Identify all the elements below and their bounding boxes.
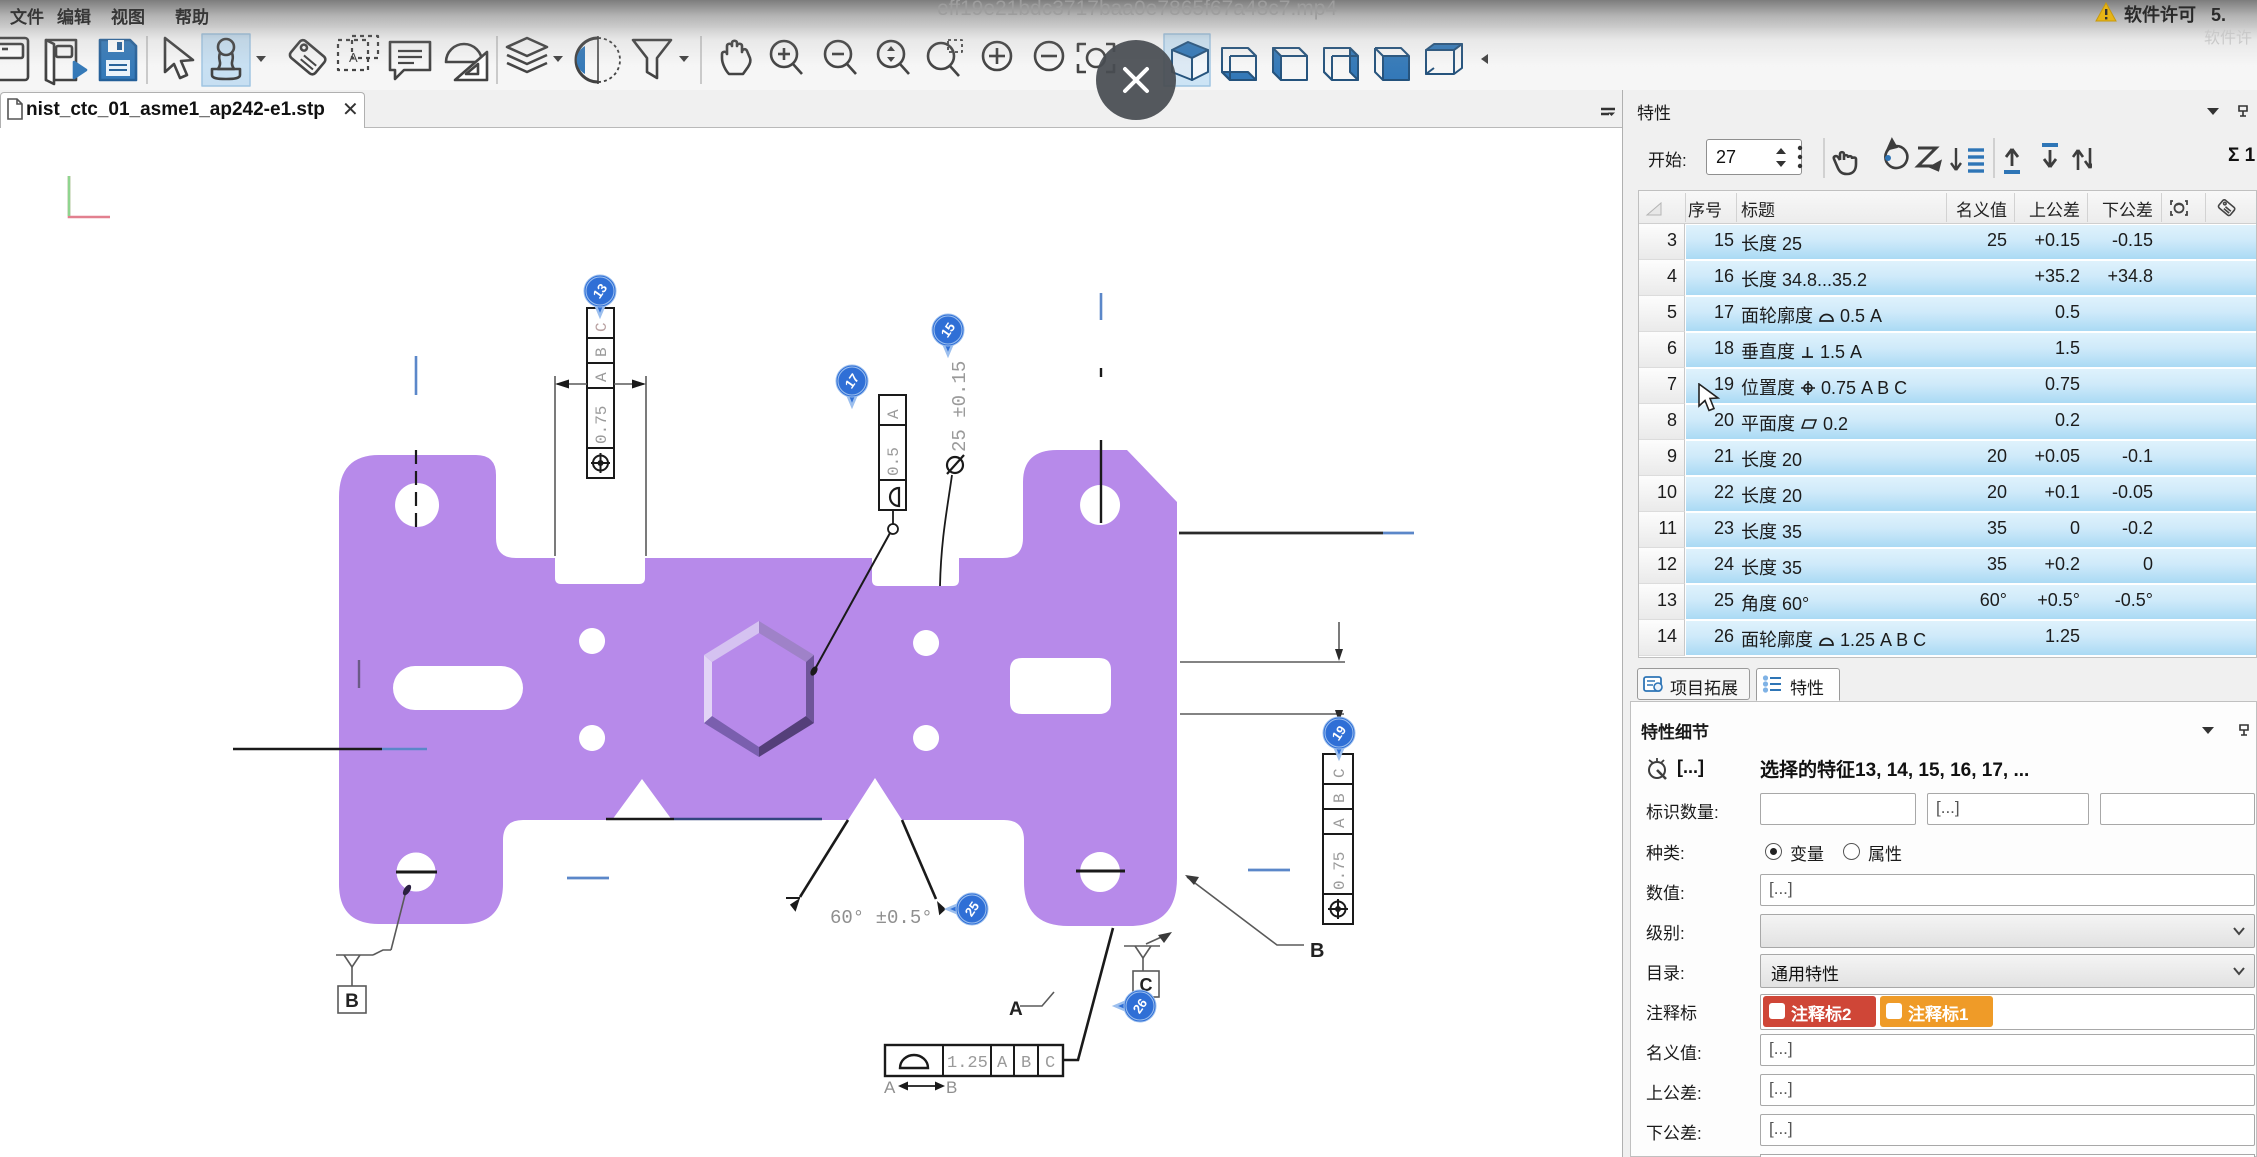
svg-text:B: B — [1021, 1054, 1031, 1073]
svg-text:0.75: 0.75 — [593, 406, 611, 444]
svg-text:B: B — [593, 347, 611, 357]
svg-text:A: A — [1331, 818, 1349, 828]
svg-text:A: A — [593, 372, 611, 382]
svg-text:B: B — [345, 991, 359, 1012]
svg-text:A: A — [884, 1078, 896, 1097]
svg-text:A: A — [997, 1054, 1008, 1073]
svg-text:C: C — [1045, 1054, 1055, 1073]
svg-text:A: A — [885, 409, 903, 419]
svg-text:0.5: 0.5 — [885, 447, 903, 476]
svg-text:B: B — [1310, 940, 1324, 962]
svg-text:B: B — [946, 1078, 957, 1097]
svg-text:60° ±0.5°: 60° ±0.5° — [830, 907, 933, 929]
svg-text:B: B — [1331, 793, 1349, 803]
svg-text:1.25: 1.25 — [947, 1054, 988, 1073]
svg-text:C: C — [593, 322, 611, 332]
svg-text:A: A — [1009, 999, 1023, 1020]
svg-text:C: C — [1331, 768, 1349, 778]
svg-text:A: A — [349, 50, 358, 65]
svg-text:0.75: 0.75 — [1331, 852, 1349, 890]
svg-text:25 ±0.15: 25 ±0.15 — [949, 361, 971, 452]
